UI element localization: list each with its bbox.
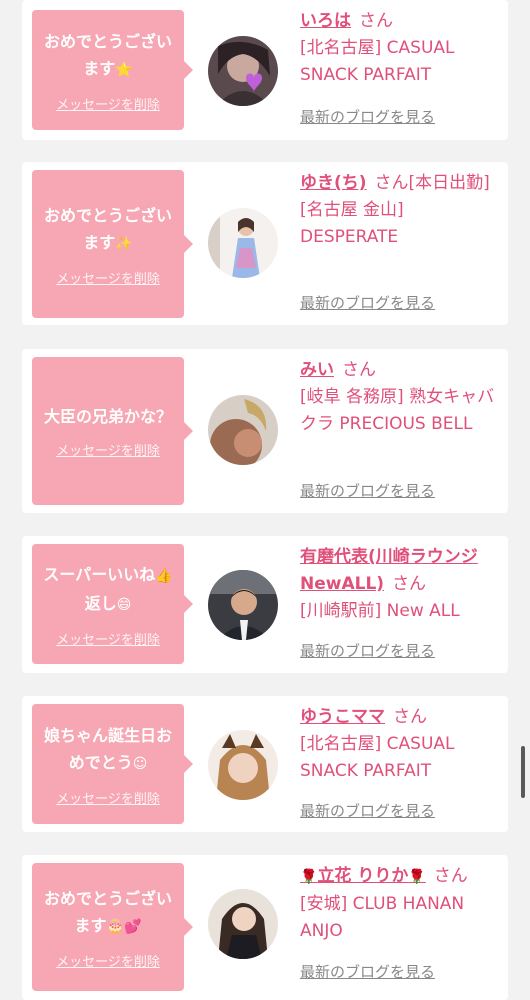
avatar[interactable] xyxy=(208,208,278,278)
scrollbar[interactable] xyxy=(521,746,525,798)
woman-dress-avatar-icon xyxy=(208,208,278,278)
shop-name: [北名古屋] CASUAL SNACK PARFAIT xyxy=(300,38,455,85)
sender-info: 🌹立花 りりか🌹 さん [安城] CLUB HANAN ANJO xyxy=(300,863,504,945)
honorific: さん xyxy=(393,707,427,727)
delete-message-link[interactable]: メッセージを削除 xyxy=(56,94,160,113)
latest-blog-link[interactable]: 最新のブログを見る xyxy=(300,480,435,501)
message-card: おめでとうございます⭐ メッセージを削除 いろは さん [北名古屋] CASUAL… xyxy=(22,0,508,140)
sender-name-link[interactable]: 有磨代表(川崎ラウンジNewALL) xyxy=(300,547,478,594)
message-text: 娘ちゃん誕生日おめでとう☺ xyxy=(43,725,172,772)
latest-blog-link[interactable]: 最新のブログを見る xyxy=(300,640,435,661)
avatar[interactable] xyxy=(208,395,278,465)
cake-hearts-emoji-icon: 🎂💕 xyxy=(106,918,142,935)
woman-ears-avatar-icon xyxy=(208,730,278,800)
message-text: おめでとうございます🎂💕 xyxy=(43,888,172,935)
delete-message-link[interactable]: メッセージを削除 xyxy=(56,629,160,648)
message-bubble: おめでとうございます✨ メッセージを削除 xyxy=(32,170,193,318)
sender-name-link[interactable]: みい xyxy=(300,360,334,380)
message-text: 大臣の兄弟かな？ xyxy=(43,407,172,426)
smiling-face-emoji-icon: ☺ xyxy=(132,755,148,772)
man-avatar-icon xyxy=(208,570,278,640)
honorific: さん xyxy=(392,574,427,594)
shop-name: [名古屋 金山] DESPERATE xyxy=(300,200,404,247)
woman-hair-avatar-icon xyxy=(208,395,278,465)
avatar[interactable] xyxy=(208,889,278,959)
shop-name: [安城] CLUB HANAN ANJO xyxy=(300,894,465,941)
avatar[interactable] xyxy=(208,36,278,106)
delete-message-link[interactable]: メッセージを削除 xyxy=(56,951,160,970)
sender-name-link[interactable]: ゆき(ち) xyxy=(300,173,367,193)
star-emoji-icon: ⭐ xyxy=(115,61,133,78)
status-badge: [本日出勤] xyxy=(408,173,490,193)
rose-icon: 🌹 xyxy=(300,869,318,885)
latest-blog-link[interactable]: 最新のブログを見る xyxy=(300,800,435,821)
smile-emoji-icon: 😄 xyxy=(116,596,132,613)
shop-name: [川崎駅前] New ALL xyxy=(300,601,460,621)
honorific: さん xyxy=(359,11,393,31)
latest-blog-link[interactable]: 最新のブログを見る xyxy=(300,292,435,313)
message-card: スーパーいいね👍 返し😄 メッセージを削除 有磨代表(川崎ラウンジNewALL)… xyxy=(22,536,508,673)
message-bubble: スーパーいいね👍 返し😄 メッセージを削除 xyxy=(32,544,193,664)
message-card: おめでとうございます✨ メッセージを削除 ゆき(ち) さん[本日出勤] [名古屋 … xyxy=(22,162,508,325)
delete-message-link[interactable]: メッセージを削除 xyxy=(56,268,160,287)
message-card: おめでとうございます🎂💕 メッセージを削除 🌹立花 りりか🌹 さん [安城] CL… xyxy=(22,855,508,1000)
latest-blog-link[interactable]: 最新のブログを見る xyxy=(300,106,435,127)
shop-name: [岐阜 各務原] 熟女キャバクラ PRECIOUS BELL xyxy=(300,387,495,434)
message-card: 娘ちゃん誕生日おめでとう☺ メッセージを削除 ゆうこママ さん [北名古屋] CA… xyxy=(22,696,508,832)
sender-info: いろは さん [北名古屋] CASUAL SNACK PARFAIT xyxy=(300,8,504,89)
sender-info: みい さん [岐阜 各務原] 熟女キャバクラ PRECIOUS BELL xyxy=(300,357,504,438)
message-bubble: おめでとうございます⭐ メッセージを削除 xyxy=(32,10,193,130)
sender-info: ゆき(ち) さん[本日出勤] [名古屋 金山] DESPERATE xyxy=(300,170,504,251)
avatar[interactable] xyxy=(208,730,278,800)
sparkles-emoji-icon: ✨ xyxy=(115,235,133,252)
delete-message-link[interactable]: メッセージを削除 xyxy=(56,440,160,459)
shop-name: [北名古屋] CASUAL SNACK PARFAIT xyxy=(300,734,455,781)
message-text: おめでとうございます⭐ xyxy=(43,31,172,78)
message-text: スーパーいいね👍 返し😄 xyxy=(43,564,173,613)
avatar[interactable] xyxy=(208,570,278,640)
honorific: さん xyxy=(342,360,376,380)
honorific: さん xyxy=(433,866,468,886)
message-bubble: 娘ちゃん誕生日おめでとう☺ メッセージを削除 xyxy=(32,704,193,824)
honorific: さん xyxy=(374,173,409,193)
rose-icon: 🌹 xyxy=(408,869,426,885)
latest-blog-link[interactable]: 最新のブログを見る xyxy=(300,961,435,982)
sender-name-link[interactable]: 🌹立花 りりか🌹 xyxy=(300,866,426,886)
message-bubble: 大臣の兄弟かな？ メッセージを削除 xyxy=(32,357,193,505)
sender-name-link[interactable]: いろは xyxy=(300,11,351,31)
thumbs-up-emoji-icon: 👍 xyxy=(155,567,173,584)
message-bubble: おめでとうございます🎂💕 メッセージを削除 xyxy=(32,863,193,991)
sender-info: 有磨代表(川崎ラウンジNewALL) さん [川崎駅前] New ALL xyxy=(300,544,504,625)
message-card: 大臣の兄弟かな？ メッセージを削除 みい さん [岐阜 各務原] 熟女キャバクラ … xyxy=(22,349,508,513)
woman-heart-avatar-icon xyxy=(208,36,278,106)
sender-info: ゆうこママ さん [北名古屋] CASUAL SNACK PARFAIT xyxy=(300,704,504,785)
delete-message-link[interactable]: メッセージを削除 xyxy=(56,788,160,807)
sender-name-link[interactable]: ゆうこママ xyxy=(300,707,385,727)
message-text: おめでとうございます✨ xyxy=(43,205,172,252)
woman-dark-avatar-icon xyxy=(208,889,278,959)
